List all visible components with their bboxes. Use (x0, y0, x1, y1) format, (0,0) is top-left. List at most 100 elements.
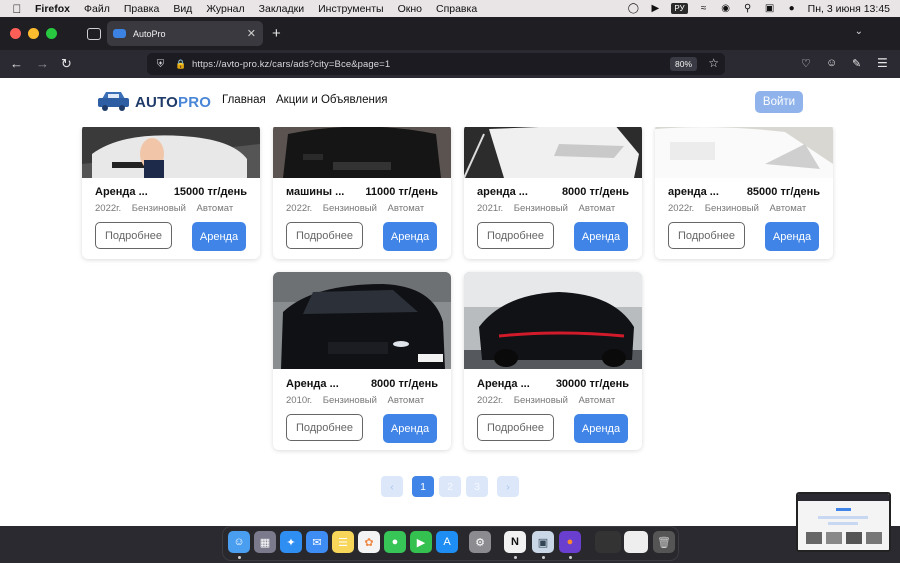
car-name[interactable]: Аренда ... (95, 186, 148, 198)
input-language-badge[interactable]: РУ (671, 3, 688, 14)
tab-list-chevron-icon[interactable]: ⌄ (855, 26, 863, 37)
tab-overview-icon[interactable] (87, 27, 101, 40)
notion-icon[interactable]: N (504, 531, 526, 553)
car-photo[interactable] (82, 124, 260, 178)
car-photo[interactable] (464, 272, 642, 369)
play-icon[interactable]: ▶ (649, 3, 661, 15)
details-button[interactable]: Подробнее (477, 222, 554, 249)
menu-tools[interactable]: Инструменты (318, 3, 383, 15)
car-photo[interactable] (655, 124, 833, 178)
messages-icon[interactable]: ● (384, 531, 406, 553)
control-center-icon[interactable]: ◉ (720, 3, 732, 15)
logo-car-icon[interactable] (97, 90, 130, 112)
url-text[interactable]: https://avto-pro.kz/cars/ads?city=Все&pa… (192, 59, 390, 70)
search-icon[interactable]: ⚲ (742, 3, 754, 15)
reload-icon[interactable]: ↻ (61, 56, 72, 72)
logo-text-pro: PRO (178, 94, 212, 111)
car-fuel: Бензиновый (131, 203, 186, 214)
menu-help[interactable]: Справка (436, 3, 477, 15)
details-button[interactable]: Подробнее (286, 222, 363, 249)
close-tab-icon[interactable]: ✕ (247, 27, 256, 40)
macos-menubar:  Firefox Файл Правка Вид Журнал Закладк… (0, 0, 900, 17)
tracking-shield-icon[interactable]: ⛨ (155, 59, 166, 70)
firefox-icon[interactable]: ● (559, 531, 581, 553)
details-button[interactable]: Подробнее (286, 414, 363, 441)
car-photo[interactable] (464, 124, 642, 178)
login-button[interactable]: Войти (755, 91, 803, 113)
forward-arrow-icon[interactable]: → (36, 56, 49, 71)
rent-button[interactable]: Аренда (383, 414, 437, 443)
screenshot-thumbnail[interactable] (796, 492, 891, 552)
car-transmission: Автомат (578, 203, 616, 214)
car-card: Аренда ... 30000 тг/день 2022г. Бензинов… (464, 272, 642, 450)
details-button[interactable]: Подробнее (477, 414, 554, 441)
apple-icon[interactable]:  (11, 2, 23, 16)
address-bar[interactable]: ⛨ 🔒 https://avto-pro.kz/cars/ads?city=Вс… (147, 53, 725, 75)
site-logo[interactable]: AUTOPRO (135, 94, 211, 111)
pocket-icon[interactable]: ♡ (801, 57, 811, 70)
rent-button[interactable]: Аренда (765, 222, 819, 251)
lock-icon[interactable]: 🔒 (175, 59, 186, 70)
creative-cloud-icon[interactable]: ◯ (627, 3, 639, 15)
mail-icon[interactable]: ✉ (306, 531, 328, 553)
page-button-1[interactable]: 1 (412, 476, 434, 497)
close-window-button[interactable] (10, 28, 21, 39)
toggle-icon[interactable]: ▣ (764, 3, 776, 15)
running-indicator (514, 556, 517, 559)
safari-icon[interactable]: ✦ (280, 531, 302, 553)
car-name[interactable]: аренда ... (668, 186, 719, 198)
details-button[interactable]: Подробнее (95, 222, 172, 249)
car-photo[interactable] (273, 124, 451, 178)
page-button-3[interactable]: 3 (466, 476, 488, 497)
browser-tab-active[interactable]: AutoPro ✕ (107, 21, 263, 46)
car-name[interactable]: аренда ... (477, 186, 528, 198)
details-button[interactable]: Подробнее (668, 222, 745, 249)
zoom-level-badge[interactable]: 80% (669, 57, 697, 71)
menu-hamburger-icon[interactable]: ☰ (877, 56, 888, 70)
next-page-button[interactable]: › (497, 476, 519, 497)
launchpad-icon[interactable]: ▦ (254, 531, 276, 553)
rent-button[interactable]: Аренда (574, 414, 628, 443)
back-arrow-icon[interactable]: ← (10, 56, 23, 71)
recent-window-icon[interactable] (595, 531, 621, 553)
finder-icon[interactable]: ☺ (228, 531, 250, 553)
wifi-icon[interactable]: ≈ (698, 3, 710, 15)
app-store-icon[interactable]: A (436, 531, 458, 553)
menu-window[interactable]: Окно (398, 3, 422, 15)
car-name[interactable]: Аренда ... (286, 378, 339, 390)
prev-page-button[interactable]: ‹ (381, 476, 403, 497)
photos-icon[interactable]: ✿ (358, 531, 380, 553)
car-price: 8000 тг/день (370, 378, 438, 390)
menubar-clock[interactable]: Пн, 3 июня 13:45 (808, 3, 890, 15)
car-photo[interactable] (273, 272, 451, 369)
menu-edit[interactable]: Правка (124, 3, 159, 15)
nav-link-promos[interactable]: Акции и Объявления (276, 94, 387, 106)
preview-icon[interactable]: ▣ (532, 531, 554, 553)
menu-history[interactable]: Журнал (206, 3, 244, 15)
menu-bookmarks[interactable]: Закладки (259, 3, 304, 15)
nav-link-home[interactable]: Главная (222, 94, 266, 106)
car-name[interactable]: Аренда ... (477, 378, 530, 390)
menu-file[interactable]: Файл (84, 3, 110, 15)
logo-text-auto: AUTO (135, 94, 179, 111)
zoom-window-button[interactable] (46, 28, 57, 39)
bookmark-star-icon[interactable]: ☆ (708, 56, 719, 70)
rent-button[interactable]: Аренда (383, 222, 437, 251)
trash-icon[interactable]: 🗑 (653, 531, 675, 553)
rent-button[interactable]: Аренда (192, 222, 246, 251)
facetime-icon[interactable]: ▶ (410, 531, 432, 553)
car-name[interactable]: машины ... (286, 186, 344, 198)
menu-view[interactable]: Вид (173, 3, 192, 15)
page-button-2[interactable]: 2 (439, 476, 461, 497)
minimize-window-button[interactable] (28, 28, 39, 39)
menu-app-name[interactable]: Firefox (35, 3, 70, 15)
car-card: Аренда ... 8000 тг/день 2010г. Бензиновы… (273, 272, 451, 450)
notes-icon[interactable]: ☰ (332, 531, 354, 553)
system-settings-icon[interactable]: ⚙ (469, 531, 491, 553)
rent-button[interactable]: Аренда (574, 222, 628, 251)
new-tab-icon[interactable]: + (272, 25, 281, 42)
extensions-icon[interactable]: ✎ (852, 57, 861, 70)
siri-icon[interactable]: ● (786, 3, 798, 15)
recent-document-icon[interactable] (624, 531, 648, 553)
account-icon[interactable]: ☺ (826, 57, 837, 69)
